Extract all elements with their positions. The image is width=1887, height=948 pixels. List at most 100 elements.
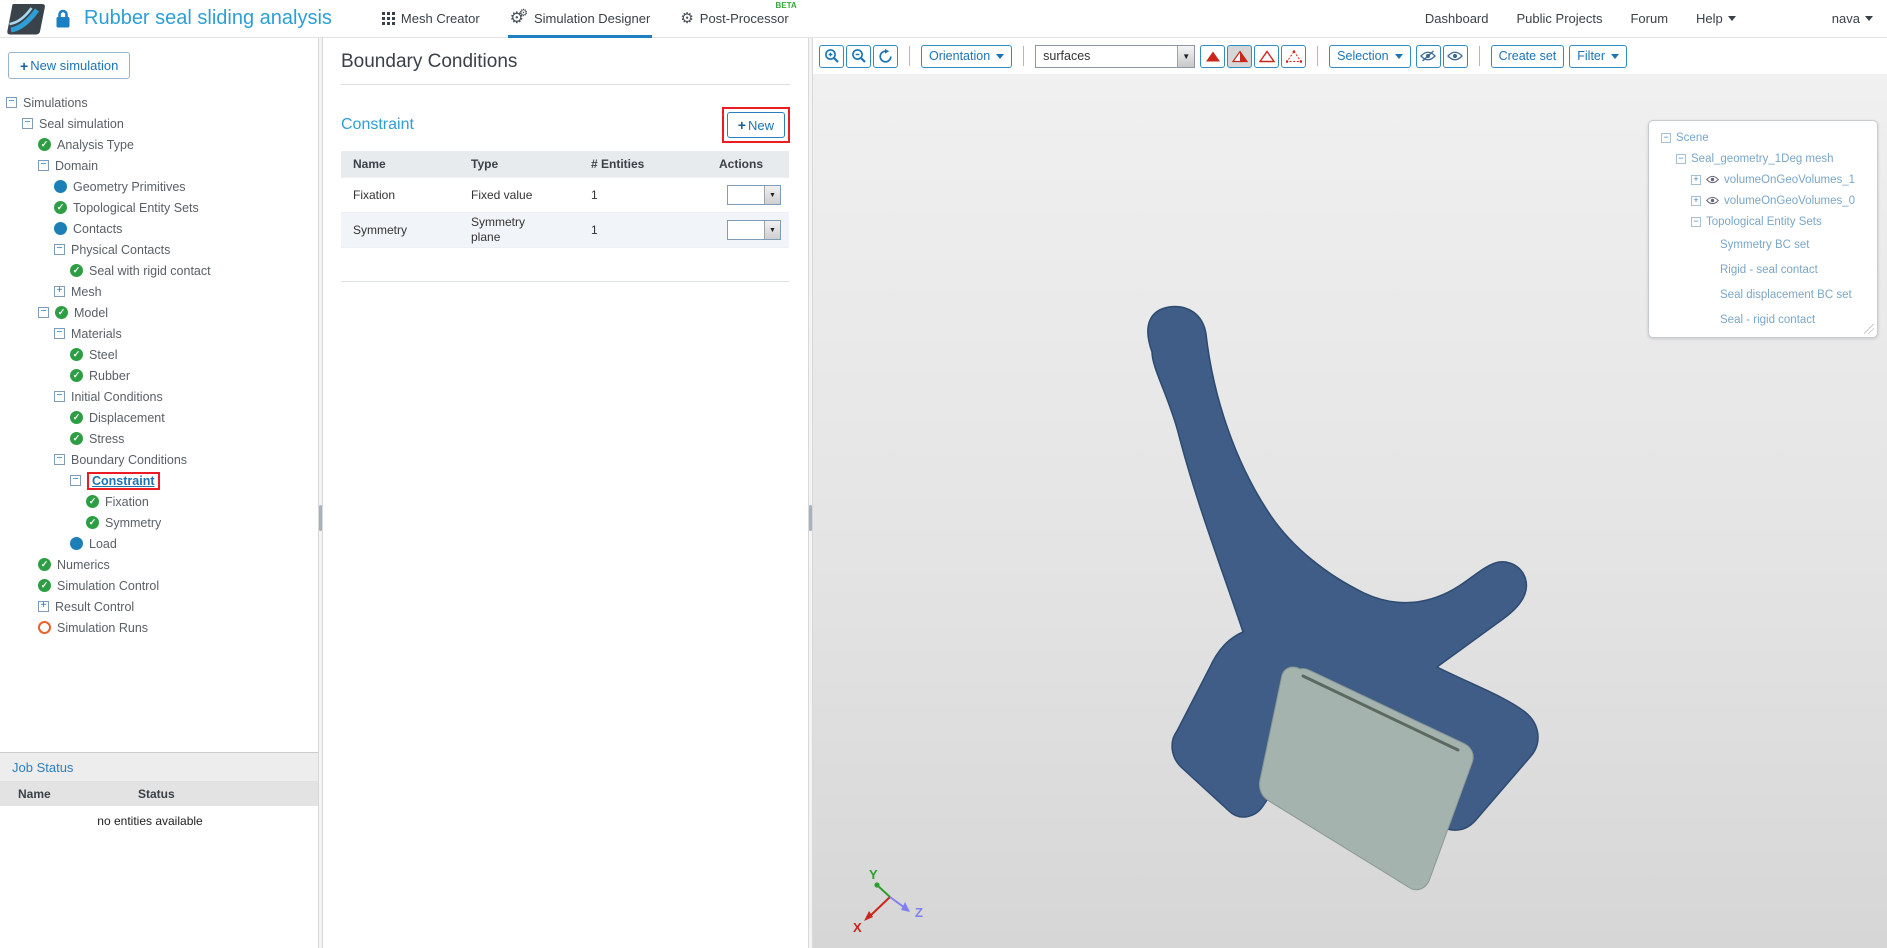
collapse-box-icon[interactable]: − bbox=[22, 118, 33, 129]
tree-item-label[interactable]: Seal simulation bbox=[39, 117, 124, 131]
tree-item-topological-entity-sets[interactable]: ✓ Topological Entity Sets bbox=[0, 197, 318, 218]
tree-item-load[interactable]: Load bbox=[0, 533, 318, 554]
scene-item-label[interactable]: volumeOnGeoVolumes_1 bbox=[1724, 174, 1855, 186]
zoom-in-button[interactable] bbox=[819, 44, 844, 68]
tree-item-initial-conditions[interactable]: − Initial Conditions bbox=[0, 386, 318, 407]
expand-box-icon[interactable]: + bbox=[1691, 174, 1701, 185]
collapse-box-icon[interactable]: − bbox=[70, 475, 81, 486]
actions-select[interactable]: ▼ bbox=[727, 185, 781, 205]
nav-help[interactable]: Help bbox=[1696, 11, 1736, 26]
scene-item-label[interactable]: Rigid - seal contact bbox=[1720, 264, 1818, 276]
tree-item-label[interactable]: Simulation Runs bbox=[57, 621, 148, 635]
orientation-dropdown[interactable]: Orientation bbox=[921, 44, 1013, 68]
collapse-box-icon[interactable]: − bbox=[38, 307, 49, 318]
render-canvas[interactable]: Y X Z − Scene − Seal_geometry_1Deg mesh + vol… bbox=[813, 74, 1887, 948]
collapse-box-icon[interactable]: − bbox=[1676, 153, 1686, 164]
right-splitter[interactable] bbox=[808, 38, 813, 948]
expand-box-icon[interactable]: + bbox=[54, 286, 65, 297]
tree-item-seal-simulation[interactable]: − Seal simulation bbox=[0, 113, 318, 134]
tree-item-mesh[interactable]: + Mesh bbox=[0, 281, 318, 302]
expand-box-icon[interactable]: + bbox=[38, 601, 49, 612]
tree-item-simulation-control[interactable]: ✓ Simulation Control bbox=[0, 575, 318, 596]
tree-item-label[interactable]: Materials bbox=[71, 327, 122, 341]
nav-forum[interactable]: Forum bbox=[1630, 11, 1668, 26]
collapse-box-icon[interactable]: − bbox=[6, 97, 17, 108]
tree-item-fixation[interactable]: ✓ Fixation bbox=[0, 491, 318, 512]
tree-item-displacement[interactable]: ✓ Displacement bbox=[0, 407, 318, 428]
tree-item-simulation-runs[interactable]: Simulation Runs bbox=[0, 617, 318, 638]
tree-item-stress[interactable]: ✓ Stress bbox=[0, 428, 318, 449]
scene-item-label[interactable]: Seal_geometry_1Deg mesh bbox=[1691, 153, 1834, 165]
tree-item-label[interactable]: Load bbox=[89, 537, 117, 551]
tree-item-numerics[interactable]: ✓ Numerics bbox=[0, 554, 318, 575]
tree-item-materials[interactable]: − Materials bbox=[0, 323, 318, 344]
tree-item-label[interactable]: Constraint bbox=[87, 471, 160, 490]
tree-item-label[interactable]: Numerics bbox=[57, 558, 110, 572]
tree-item-label[interactable]: Analysis Type bbox=[57, 138, 134, 152]
tree-item-label[interactable]: Topological Entity Sets bbox=[73, 201, 199, 215]
collapse-box-icon[interactable]: − bbox=[1661, 132, 1671, 143]
collapse-box-icon[interactable]: − bbox=[54, 328, 65, 339]
scene-item-label[interactable]: volumeOnGeoVolumes_0 bbox=[1724, 195, 1855, 207]
expand-box-icon[interactable]: + bbox=[1691, 195, 1701, 206]
resize-handle[interactable] bbox=[1864, 324, 1874, 334]
tree-item-constraint[interactable]: − Constraint bbox=[0, 470, 318, 491]
collapse-box-icon[interactable]: − bbox=[54, 454, 65, 465]
tab-mesh-creator[interactable]: Mesh Creator bbox=[381, 0, 480, 38]
tree-item-domain[interactable]: − Domain bbox=[0, 155, 318, 176]
tree-item-geometry-primitives[interactable]: Geometry Primitives bbox=[0, 176, 318, 197]
tree-item-label[interactable]: Result Control bbox=[55, 600, 134, 614]
collapse-box-icon[interactable]: − bbox=[38, 160, 49, 171]
collapse-box-icon[interactable]: − bbox=[54, 391, 65, 402]
scene-item-label[interactable]: Topological Entity Sets bbox=[1706, 216, 1822, 228]
scene-item-label[interactable]: Symmetry BC set bbox=[1720, 239, 1809, 251]
scene-item-seal-rigid-contact[interactable]: Seal - rigid contact bbox=[1653, 307, 1873, 332]
tab-post-processor[interactable]: ⚙ Post-Processor BETA bbox=[680, 0, 796, 38]
scene-item-label[interactable]: Seal displacement BC set bbox=[1720, 289, 1852, 301]
nav-public-projects[interactable]: Public Projects bbox=[1517, 11, 1603, 26]
tree-item-label[interactable]: Contacts bbox=[73, 222, 122, 236]
filter-dropdown[interactable]: Filter bbox=[1569, 44, 1628, 68]
hide-selection-button[interactable] bbox=[1415, 44, 1441, 68]
new-constraint-button[interactable]: + New bbox=[726, 112, 785, 138]
selection-dropdown[interactable]: Selection bbox=[1329, 44, 1411, 68]
new-simulation-button[interactable]: + New simulation bbox=[8, 52, 131, 79]
tree-item-label[interactable]: Stress bbox=[89, 432, 124, 446]
tree-item-rubber[interactable]: ✓ Rubber bbox=[0, 365, 318, 386]
user-menu[interactable]: nava bbox=[1832, 11, 1873, 26]
eye-icon[interactable] bbox=[1706, 175, 1719, 184]
tree-item-label[interactable]: Initial Conditions bbox=[71, 390, 163, 404]
tree-item-result-control[interactable]: + Result Control bbox=[0, 596, 318, 617]
tab-simulation-designer[interactable]: ⚙ ⚙ Simulation Designer bbox=[507, 0, 652, 38]
scene-item-scene[interactable]: − Scene bbox=[1653, 127, 1873, 148]
scene-item-topological-entity-sets[interactable]: − Topological Entity Sets bbox=[1653, 211, 1873, 232]
scene-item-symmetry-bc-set[interactable]: Symmetry BC set bbox=[1653, 232, 1873, 257]
tree-item-label[interactable]: Physical Contacts bbox=[71, 243, 170, 257]
tree-item-label[interactable]: Simulation Control bbox=[57, 579, 159, 593]
collapse-box-icon[interactable]: − bbox=[54, 244, 65, 255]
tree-item-label[interactable]: Boundary Conditions bbox=[71, 453, 187, 467]
tree-item-boundary-conditions[interactable]: − Boundary Conditions bbox=[0, 449, 318, 470]
left-splitter[interactable] bbox=[318, 38, 323, 948]
tree-item-label[interactable]: Model bbox=[74, 306, 108, 320]
tree-item-label[interactable]: Displacement bbox=[89, 411, 165, 425]
eye-icon[interactable] bbox=[1706, 196, 1719, 205]
scene-item-seal-geometry-1deg-mesh[interactable]: − Seal_geometry_1Deg mesh bbox=[1653, 148, 1873, 169]
zoom-out-button[interactable] bbox=[846, 44, 871, 68]
scene-item-label[interactable]: Seal - rigid contact bbox=[1720, 314, 1815, 326]
tree-item-simulations[interactable]: − Simulations bbox=[0, 92, 318, 113]
tree-item-label[interactable]: Mesh bbox=[71, 285, 102, 299]
create-set-button[interactable]: Create set bbox=[1490, 44, 1565, 68]
scene-item-label[interactable]: Scene bbox=[1676, 132, 1709, 144]
tree-item-label[interactable]: Rubber bbox=[89, 369, 130, 383]
show-selection-button[interactable] bbox=[1442, 44, 1468, 68]
display-mode-solid-button[interactable] bbox=[1200, 44, 1226, 68]
refresh-view-button[interactable] bbox=[873, 44, 898, 68]
tree-item-symmetry[interactable]: ✓ Symmetry bbox=[0, 512, 318, 533]
tree-item-label[interactable]: Symmetry bbox=[105, 516, 161, 530]
tree-item-seal-with-rigid-contact[interactable]: ✓ Seal with rigid contact bbox=[0, 260, 318, 281]
tree-item-physical-contacts[interactable]: − Physical Contacts bbox=[0, 239, 318, 260]
collapse-box-icon[interactable]: − bbox=[1691, 216, 1701, 227]
scene-item-volumeongeovolumes-1[interactable]: + volumeOnGeoVolumes_1 bbox=[1653, 169, 1873, 190]
tree-item-contacts[interactable]: Contacts bbox=[0, 218, 318, 239]
